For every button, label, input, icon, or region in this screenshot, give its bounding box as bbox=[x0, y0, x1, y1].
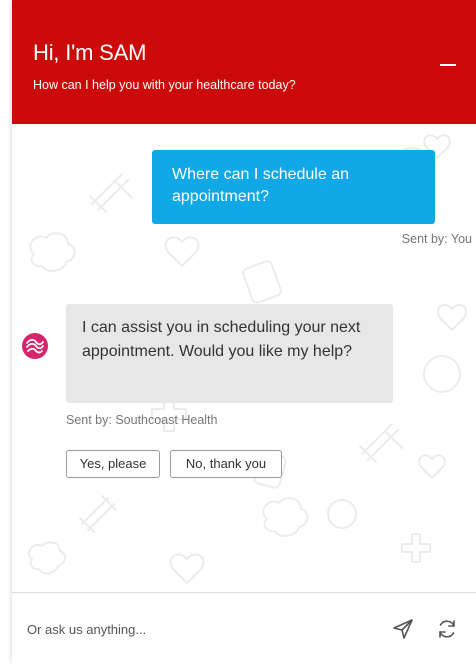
chat-input-bar bbox=[12, 592, 476, 664]
send-button[interactable] bbox=[391, 617, 415, 641]
quick-reply-yes-button[interactable]: Yes, please bbox=[66, 450, 160, 478]
refresh-button[interactable] bbox=[435, 617, 459, 641]
refresh-icon bbox=[439, 620, 455, 638]
southcoast-logo-icon bbox=[22, 333, 48, 359]
minimize-button[interactable] bbox=[436, 50, 462, 76]
chat-input[interactable] bbox=[25, 615, 369, 643]
header-title: Hi, I'm SAM bbox=[33, 40, 147, 65]
bot-message-sender: Sent by: Southcoast Health bbox=[66, 413, 218, 427]
user-message-bubble: Where can I schedule an appointment? bbox=[152, 150, 435, 224]
chat-widget: Hi, I'm SAM How can I help you with your… bbox=[12, 0, 476, 664]
send-icon bbox=[393, 619, 413, 639]
quick-reply-no-button[interactable]: No, thank you bbox=[170, 450, 282, 478]
chat-header: Hi, I'm SAM How can I help you with your… bbox=[12, 0, 476, 124]
user-message-sender: Sent by: You bbox=[401, 232, 472, 246]
minimize-icon bbox=[440, 64, 456, 66]
bot-message-bubble: I can assist you in scheduling your next… bbox=[66, 304, 393, 403]
chat-message-area[interactable]: Where can I schedule an appointment? Sen… bbox=[12, 124, 476, 592]
header-subtitle: How can I help you with your healthcare … bbox=[33, 78, 296, 92]
